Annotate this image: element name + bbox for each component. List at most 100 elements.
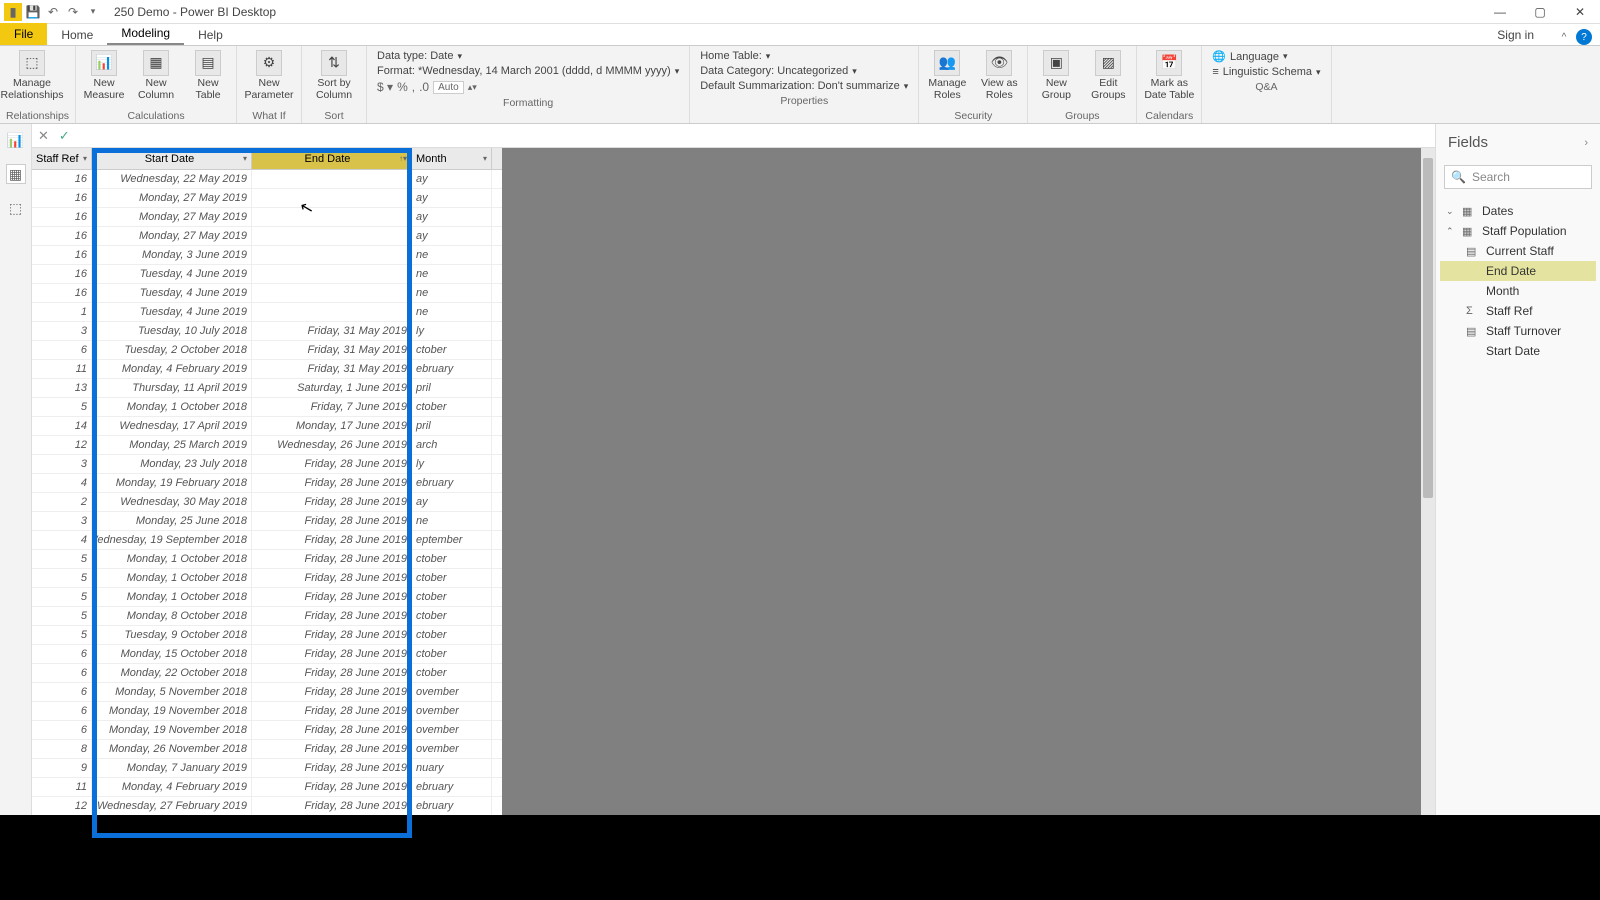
stepper-icon[interactable]: ▴▾ [468, 82, 477, 93]
language-dropdown[interactable]: Language [1230, 51, 1279, 63]
help-circle-icon[interactable]: ? [1576, 29, 1592, 45]
table-row[interactable]: 16Tuesday, 4 June 2019ne [32, 265, 502, 284]
minimize-button[interactable]: — [1480, 0, 1520, 24]
file-tab[interactable]: File [0, 23, 47, 45]
table-row[interactable]: 5Monday, 1 October 2018Friday, 28 June 2… [32, 588, 502, 607]
globe-icon: 🌐 [1212, 50, 1226, 63]
table-row[interactable]: 6Monday, 22 October 2018Friday, 28 June … [32, 664, 502, 683]
table-row[interactable]: 6Monday, 15 October 2018Friday, 28 June … [32, 645, 502, 664]
model-view-icon[interactable]: ⬚ [6, 198, 26, 218]
table-row[interactable]: 16Monday, 27 May 2019ay [32, 189, 502, 208]
sort-by-column-button[interactable]: ⇅Sort byColumn [308, 48, 360, 101]
linguistic-schema-dropdown[interactable]: Linguistic Schema [1223, 66, 1312, 78]
table-row[interactable]: 3Monday, 23 July 2018Friday, 28 June 201… [32, 455, 502, 474]
new-table-button[interactable]: ▤NewTable [186, 48, 230, 101]
vertical-scrollbar[interactable] [1421, 148, 1435, 895]
data-grid[interactable]: Staff Ref▾ Start Date▾ End Date↑▾ Month▾… [32, 148, 502, 835]
sign-in-link[interactable]: Sign in [1483, 25, 1548, 45]
filter-icon[interactable]: ▾ [243, 154, 247, 163]
table-row[interactable]: 4Monday, 19 February 2018Friday, 28 June… [32, 474, 502, 493]
fields-search[interactable]: 🔍Search [1444, 165, 1592, 189]
edit-groups-button[interactable]: ▨EditGroups [1086, 48, 1130, 101]
close-button[interactable]: ✕ [1560, 0, 1600, 24]
formula-bar[interactable]: ✕ ✓ [32, 124, 1435, 148]
undo-icon[interactable]: ↶ [44, 3, 62, 21]
redo-icon[interactable]: ↷ [64, 3, 82, 21]
comma-icon[interactable]: , [412, 80, 415, 94]
table-row[interactable]: 9Monday, 7 January 2019Friday, 28 June 2… [32, 759, 502, 778]
new-column-button[interactable]: ▦NewColumn [134, 48, 178, 101]
filter-icon[interactable]: ▾ [483, 154, 487, 163]
field-staff-turnover[interactable]: ▤Staff Turnover [1440, 321, 1596, 341]
home-tab[interactable]: Home [47, 25, 107, 45]
table-row[interactable]: 16Monday, 27 May 2019ay [32, 227, 502, 246]
view-as-roles-button[interactable]: 👁View asRoles [977, 48, 1021, 101]
expand-icon[interactable]: › [1584, 137, 1588, 149]
field-current-staff[interactable]: ▤Current Staff [1440, 241, 1596, 261]
table-row[interactable]: 3Tuesday, 10 July 2018Friday, 31 May 201… [32, 322, 502, 341]
report-view-icon[interactable]: 📊 [6, 130, 26, 150]
table-row[interactable]: 1Tuesday, 4 June 2019ne [32, 303, 502, 322]
manage-roles-button[interactable]: 👥ManageRoles [925, 48, 969, 101]
data-type-dropdown[interactable]: Data type: Date [377, 50, 453, 62]
table-row[interactable]: 5Monday, 8 October 2018Friday, 28 June 2… [32, 607, 502, 626]
mark-date-table-button[interactable]: 📅Mark asDate Table [1143, 48, 1195, 101]
home-table-dropdown[interactable]: Home Table: [700, 50, 762, 62]
table-row[interactable]: 6Monday, 19 November 2018Friday, 28 June… [32, 721, 502, 740]
table-row[interactable]: 12Monday, 25 March 2019Wednesday, 26 Jun… [32, 436, 502, 455]
table-row[interactable]: 11Monday, 4 February 2019Friday, 28 June… [32, 778, 502, 797]
table-row[interactable]: 6Tuesday, 2 October 2018Friday, 31 May 2… [32, 341, 502, 360]
new-parameter-button[interactable]: ⚙NewParameter [243, 48, 295, 101]
sort-asc-icon[interactable]: ↑▾ [399, 154, 407, 163]
table-row[interactable]: 16Tuesday, 4 June 2019ne [32, 284, 502, 303]
table-row[interactable]: 2Wednesday, 30 May 2018Friday, 28 June 2… [32, 493, 502, 512]
table-row[interactable]: 14Wednesday, 17 April 2019Monday, 17 Jun… [32, 417, 502, 436]
qat-dropdown-icon[interactable]: ▾ [84, 3, 102, 21]
table-row[interactable]: 11Monday, 4 February 2019Friday, 31 May … [32, 360, 502, 379]
decimal-places-input[interactable]: Auto [433, 81, 464, 94]
data-view-icon[interactable]: ▦ [6, 164, 26, 184]
chevron-down-icon: ⌄ [1446, 206, 1456, 217]
new-measure-button[interactable]: 📊NewMeasure [82, 48, 126, 101]
modeling-tab[interactable]: Modeling [107, 23, 184, 45]
table-icon: ▦ [1462, 225, 1476, 238]
manage-relationships-button[interactable]: ⬚ManageRelationships [6, 48, 58, 101]
field-end-date[interactable]: End Date [1440, 261, 1596, 281]
table-row[interactable]: 6Monday, 19 November 2018Friday, 28 June… [32, 702, 502, 721]
summarization-dropdown[interactable]: Default Summarization: Don't summarize [700, 80, 900, 92]
filter-icon[interactable]: ▾ [83, 154, 87, 163]
field-staff-ref[interactable]: ΣStaff Ref [1440, 301, 1596, 321]
table-row[interactable]: 4Wednesday, 19 September 2018Friday, 28 … [32, 531, 502, 550]
table-row[interactable]: 5Monday, 1 October 2018Friday, 28 June 2… [32, 550, 502, 569]
collapse-ribbon-icon[interactable]: ^ [1556, 29, 1572, 45]
help-tab[interactable]: Help [184, 25, 237, 45]
table-row[interactable]: 16Monday, 3 June 2019ne [32, 246, 502, 265]
table-staff-population[interactable]: ⌃▦Staff Population [1440, 221, 1596, 241]
header-staff-ref: Staff Ref▾ [32, 148, 92, 169]
maximize-button[interactable]: ▢ [1520, 0, 1560, 24]
header-end-date: End Date↑▾ [252, 148, 412, 169]
table-dates[interactable]: ⌄▦Dates [1440, 201, 1596, 221]
field-start-date[interactable]: Start Date [1440, 341, 1596, 361]
field-month[interactable]: Month [1440, 281, 1596, 301]
table-row[interactable]: 5Monday, 1 October 2018Friday, 28 June 2… [32, 569, 502, 588]
decimal-icon[interactable]: .0 [419, 80, 429, 94]
cancel-icon[interactable]: ✕ [38, 128, 49, 144]
currency-icon[interactable]: $ ▾ [377, 80, 393, 94]
format-dropdown[interactable]: Format: *Wednesday, 14 March 2001 (dddd,… [377, 65, 671, 77]
data-category-dropdown[interactable]: Data Category: Uncategorized [700, 65, 848, 77]
table-row[interactable]: 16Monday, 27 May 2019ay [32, 208, 502, 227]
table-row[interactable]: 13Thursday, 11 April 2019Saturday, 1 Jun… [32, 379, 502, 398]
table-row[interactable]: 8Monday, 26 November 2018Friday, 28 June… [32, 740, 502, 759]
table-row[interactable]: 12Wednesday, 27 February 2019Friday, 28 … [32, 797, 502, 816]
new-group-button[interactable]: ▣NewGroup [1034, 48, 1078, 101]
table-row[interactable]: 5Tuesday, 9 October 2018Friday, 28 June … [32, 626, 502, 645]
table-row[interactable]: 6Monday, 5 November 2018Friday, 28 June … [32, 683, 502, 702]
table-row[interactable]: 5Monday, 1 October 2018Friday, 7 June 20… [32, 398, 502, 417]
table-row[interactable]: 3Monday, 25 June 2018Friday, 28 June 201… [32, 512, 502, 531]
save-icon[interactable]: 💾 [24, 3, 42, 21]
percent-icon[interactable]: % [397, 80, 408, 94]
view-rail: 📊 ▦ ⬚ [0, 124, 32, 900]
commit-icon[interactable]: ✓ [59, 128, 70, 144]
table-row[interactable]: 16Wednesday, 22 May 2019ay [32, 170, 502, 189]
